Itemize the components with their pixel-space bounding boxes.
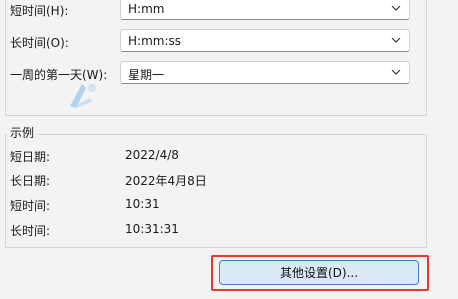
long-date-label: 长日期: [10,174,51,188]
chevron-down-icon [391,5,401,11]
long-time-label: 长时间(O): [10,36,69,50]
example-group-box [5,134,427,248]
long-date-value: 2022年4月8日 [125,174,207,188]
long-time-dropdown[interactable]: H:mm:ss [120,29,410,52]
short-time-label: 短时间(H): [10,4,69,18]
first-day-of-week-dropdown[interactable]: 星期一 [120,61,410,84]
short-time-example-value: 10:31 [125,197,160,211]
short-time-example-label: 短时间: [10,199,51,213]
long-time-value: H:mm:ss [128,34,181,48]
short-date-label: 短日期: [10,150,51,164]
short-time-value: H:mm [128,2,165,16]
first-day-of-week-value: 星期一 [128,68,165,82]
short-date-value: 2022/4/8 [125,148,179,162]
other-settings-button-label: 其他设置(D)... [279,266,359,280]
example-legend: 示例 [7,124,38,141]
chevron-down-icon [391,37,401,43]
chevron-down-icon [391,69,401,75]
long-time-example-label: 长时间: [10,224,51,238]
long-time-example-value: 10:31:31 [125,222,179,236]
other-settings-button[interactable]: 其他设置(D)... [219,260,419,285]
watermark-logo-icon [70,84,96,108]
short-time-dropdown[interactable]: H:mm [120,0,410,20]
